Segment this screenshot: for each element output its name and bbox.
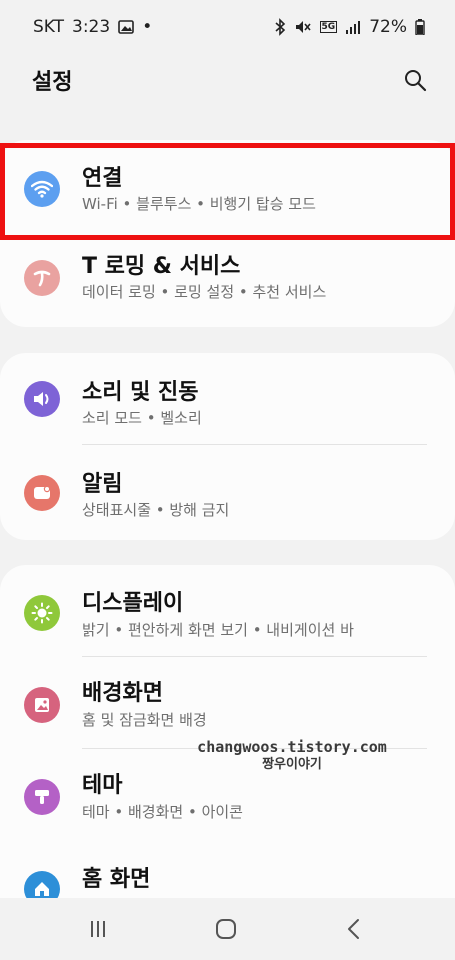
settings-group-sound-notifications: 소리 및 진동 소리 모드 • 벨소리 알림 상태표시줄 • 방해 금지	[0, 353, 455, 540]
settings-item-t-roaming[interactable]: T 로밍 & 서비스 데이터 로밍 • 로밍 설정 • 추천 서비스	[0, 232, 455, 324]
settings-item-subtitle: 상태표시줄 • 방해 금지	[82, 501, 230, 519]
home-nav-icon	[216, 919, 236, 939]
network-5g-icon: 5G	[319, 21, 338, 33]
settings-item-subtitle: 밝기 • 편안하게 화면 보기 • 내비게이션 바	[82, 621, 354, 639]
image-icon	[24, 687, 60, 723]
search-icon	[405, 70, 427, 92]
recent-apps-button[interactable]	[78, 912, 118, 946]
paintbrush-icon	[24, 779, 60, 815]
t-logo-icon	[24, 260, 60, 296]
settings-item-display[interactable]: 디스플레이 밝기 • 편안하게 화면 보기 • 내비게이션 바	[0, 565, 455, 657]
settings-item-title: 홈 화면	[82, 867, 151, 892]
settings-item-subtitle: 테마 • 배경화면 • 아이콘	[82, 803, 243, 821]
highlight-box	[0, 143, 455, 240]
watermark-url: changwoos.tistory.com	[197, 738, 387, 756]
settings-item-title: 소리 및 진동	[82, 380, 199, 405]
home-button[interactable]	[206, 912, 246, 946]
mute-icon	[294, 19, 312, 35]
settings-item-subtitle: 데이터 로밍 • 로밍 설정 • 추천 서비스	[82, 283, 327, 301]
status-bar-left: SKT 3:23 •	[33, 17, 152, 37]
back-button[interactable]	[334, 912, 374, 946]
status-dot: •	[142, 17, 153, 37]
carrier-label: SKT	[33, 17, 65, 37]
signal-icon	[345, 20, 361, 34]
recent-apps-icon	[91, 921, 105, 937]
notification-icon	[24, 475, 60, 511]
settings-item-wallpaper[interactable]: 배경화면 홈 및 잠금화면 배경	[0, 657, 455, 749]
settings-item-subtitle: 소리 모드 • 벨소리	[82, 409, 202, 427]
page-title: 설정	[32, 70, 73, 95]
status-bar: SKT 3:23 • 5G 72%	[0, 0, 455, 54]
brightness-icon	[24, 595, 60, 631]
bluetooth-icon	[274, 18, 286, 36]
clock: 3:23	[72, 17, 111, 37]
speaker-icon	[24, 381, 60, 417]
search-button[interactable]	[401, 66, 429, 94]
navigation-bar	[0, 898, 455, 960]
settings-item-title: 디스플레이	[82, 591, 184, 616]
settings-item-title: 배경화면	[82, 681, 163, 706]
battery-icon	[415, 19, 425, 35]
settings-header: 설정	[0, 54, 455, 114]
battery-percent: 72%	[369, 17, 407, 37]
settings-item-title: 알림	[82, 472, 123, 497]
status-bar-right: 5G 72%	[274, 17, 425, 37]
watermark: changwoos.tistory.com 짱우이야기	[160, 738, 424, 774]
settings-item-subtitle: 홈 및 잠금화면 배경	[82, 711, 207, 729]
settings-item-sound-vibration[interactable]: 소리 및 진동 소리 모드 • 벨소리	[0, 353, 455, 445]
settings-item-title: 테마	[82, 773, 123, 798]
gallery-notification-icon	[118, 20, 135, 34]
back-icon	[348, 919, 359, 939]
settings-item-title: T 로밍 & 서비스	[82, 254, 241, 279]
settings-item-notifications[interactable]: 알림 상태표시줄 • 방해 금지	[0, 445, 455, 537]
watermark-blog-name: 짱우이야기	[262, 757, 322, 772]
